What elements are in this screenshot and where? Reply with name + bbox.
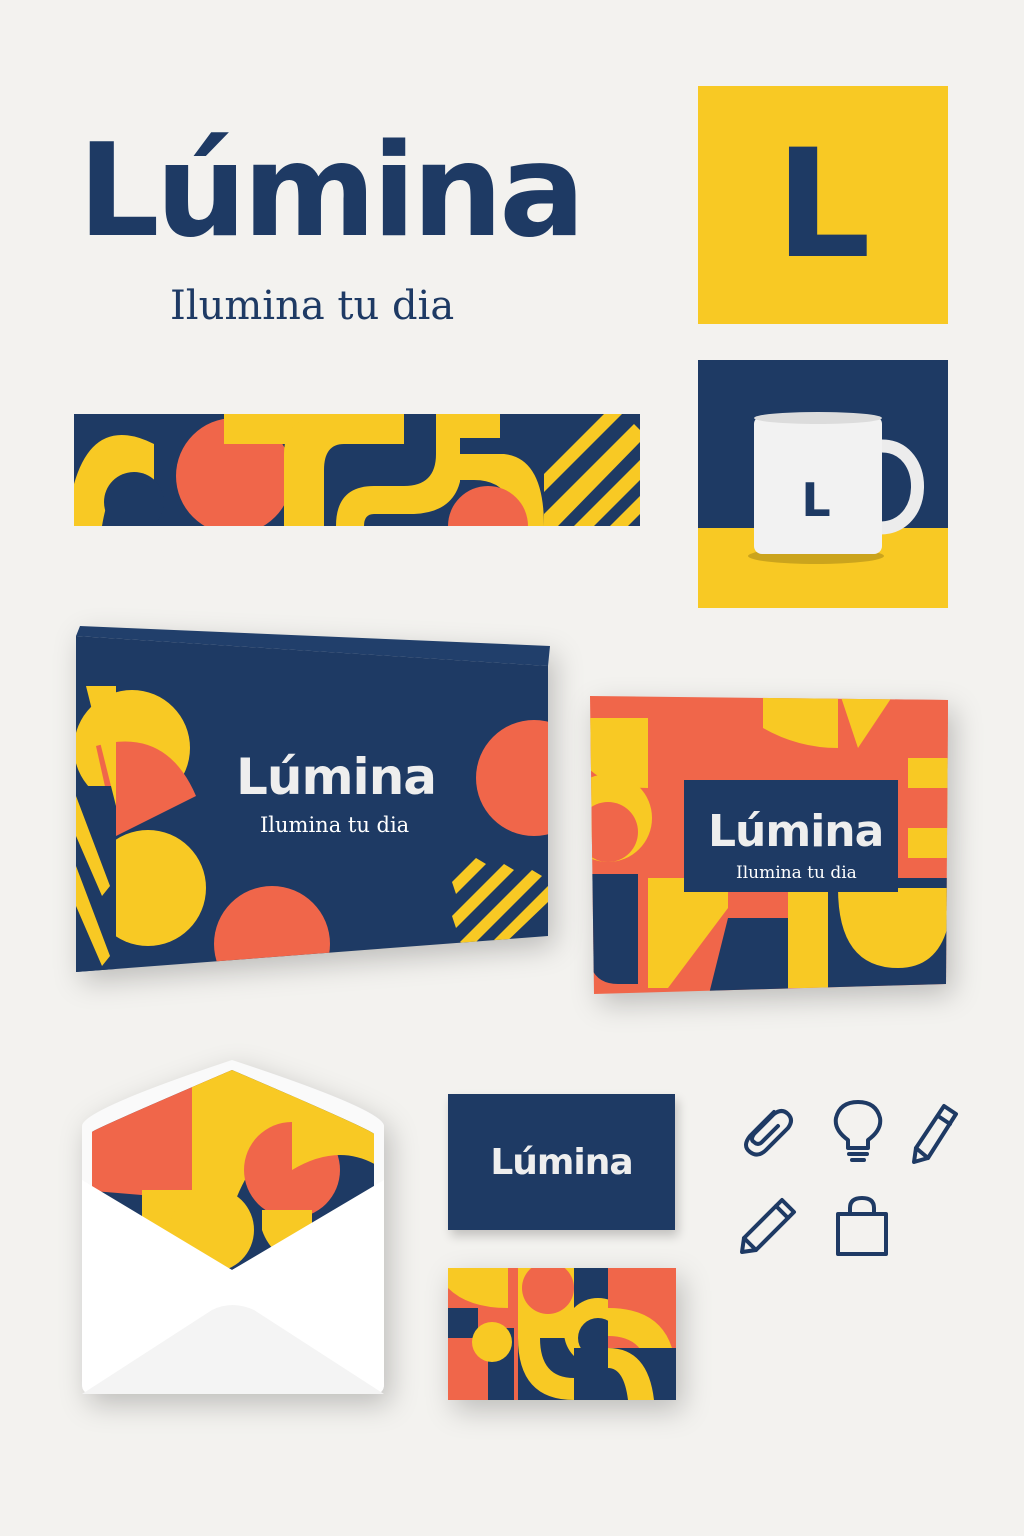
brand-wordmark: Lúmina [78,117,585,266]
pattern-banner [74,414,640,526]
business-card-front: Lúmina [448,1094,675,1230]
lightbulb-icon [833,1100,883,1162]
small-box-mockup: Lúmina Ilumina tu dia [590,696,948,994]
mug-monogram: L [801,473,830,527]
mug-mockup: L [698,360,948,608]
brand-tagline: Ilumina tu dia [170,283,455,329]
business-card-wordmark: Lúmina [490,1141,633,1183]
paperclip-icon [744,1109,793,1157]
monogram-letter: L [775,118,871,292]
eraser-pencil-icon [912,1104,958,1164]
business-card-back [448,1268,676,1400]
large-box-mockup: Lúmina Ilumina tu dia [76,626,550,972]
envelope-mockup [82,1060,384,1394]
monogram-tile: L [698,86,948,324]
pencil-icon [740,1198,796,1254]
small-box-wordmark: Lúmina [708,806,883,857]
large-box-tagline: Ilumina tu dia [260,813,409,837]
shopping-bag-icon [836,1196,888,1256]
large-box-wordmark: Lúmina [236,748,436,806]
small-box-tagline: Ilumina tu dia [736,863,857,883]
